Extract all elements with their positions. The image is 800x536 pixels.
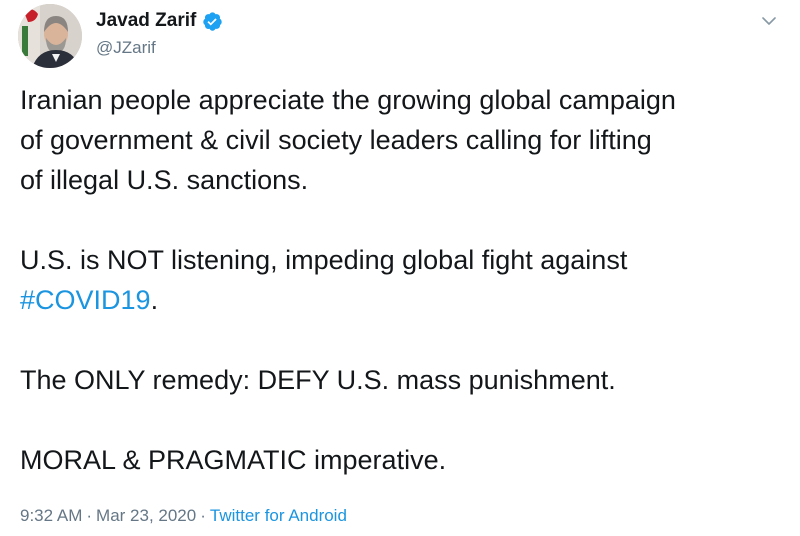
author-handle[interactable]: @JZarif: [96, 38, 156, 58]
tweet-line: of illegal U.S. sanctions.: [20, 165, 309, 195]
tweet-line: U.S. is NOT listening, impeding global f…: [20, 245, 628, 275]
tweet-paragraph-1: Iranian people appreciate the growing gl…: [20, 80, 790, 200]
tweet-paragraph-3: The ONLY remedy: DEFY U.S. mass punishme…: [20, 360, 790, 400]
tweet-paragraph-2: U.S. is NOT listening, impeding global f…: [20, 240, 790, 320]
tweet-line: MORAL & PRAGMATIC imperative.: [20, 445, 447, 475]
author-display-name[interactable]: Javad Zarif: [96, 10, 196, 32]
author-name-row[interactable]: Javad Zarif: [96, 10, 223, 32]
hashtag-link[interactable]: #COVID19: [20, 285, 151, 315]
tweet-metadata: 9:32 AM · Mar 23, 2020 · Twitter for Android: [20, 506, 347, 526]
tweet-text: Iranian people appreciate the growing gl…: [20, 80, 790, 480]
verified-badge-icon: [202, 11, 223, 32]
tweet-time[interactable]: 9:32 AM: [20, 506, 82, 525]
tweet-punctuation: .: [150, 285, 159, 315]
chevron-down-icon[interactable]: [760, 12, 778, 30]
meta-separator: ·: [200, 506, 206, 525]
tweet-paragraph-4: MORAL & PRAGMATIC imperative.: [20, 440, 790, 480]
tweet-line: Iranian people appreciate the growing gl…: [20, 85, 676, 115]
tweet-date[interactable]: Mar 23, 2020: [96, 506, 196, 525]
avatar-image: [18, 4, 82, 68]
tweet-line: of government & civil society leaders ca…: [20, 125, 652, 155]
tweet-card: Javad Zarif @JZarif Iranian people appre…: [0, 0, 800, 536]
tweet-source-link[interactable]: Twitter for Android: [210, 506, 347, 525]
avatar[interactable]: [18, 4, 82, 68]
tweet-line: The ONLY remedy: DEFY U.S. mass punishme…: [20, 365, 616, 395]
meta-separator: ·: [86, 506, 93, 525]
